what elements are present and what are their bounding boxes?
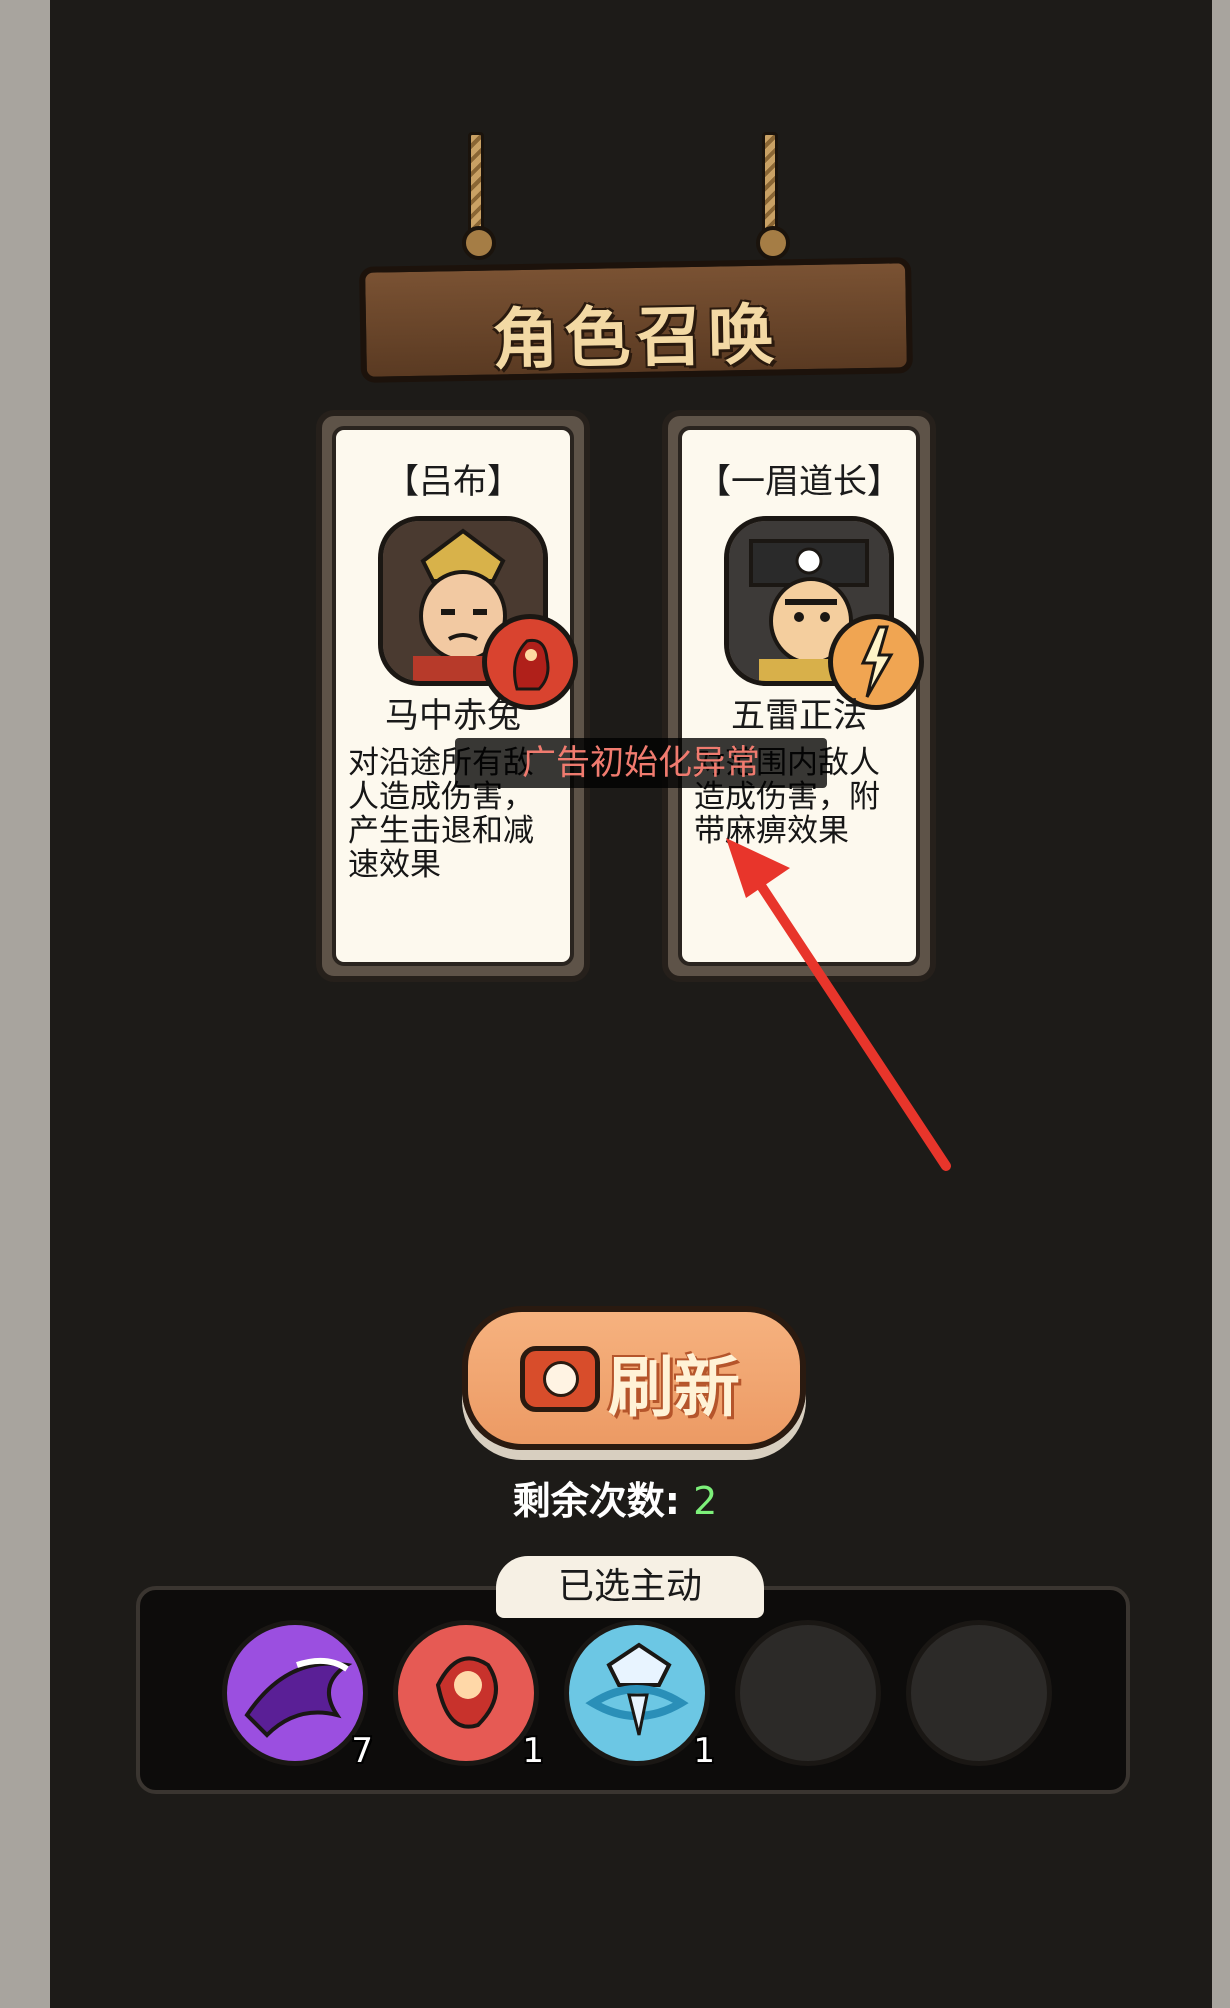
selected-tab-label: 已选主动 xyxy=(496,1556,764,1618)
slot-count: 1 xyxy=(522,1731,544,1771)
slot-count: 7 xyxy=(351,1731,373,1771)
refresh-label: 刷新 xyxy=(608,1349,740,1426)
skill-slot-2[interactable]: 1 xyxy=(393,1620,544,1771)
skill-slot-4-empty[interactable] xyxy=(735,1620,881,1766)
skill-slot-3[interactable]: 1 xyxy=(564,1620,715,1771)
remaining-count: 剩余次数: 2 xyxy=(0,1470,1230,1525)
remaining-label: 剩余次数: xyxy=(512,1479,680,1523)
skill-slot-5-empty[interactable] xyxy=(906,1620,1052,1766)
video-ad-icon xyxy=(520,1346,600,1412)
skill-slot-1[interactable]: 7 xyxy=(222,1620,373,1771)
refresh-button[interactable]: 刷新 xyxy=(462,1306,806,1450)
remaining-value: 2 xyxy=(693,1479,718,1523)
red-fireball-icon xyxy=(435,1656,498,1729)
slot-count: 1 xyxy=(693,1731,715,1771)
purple-claw-icon xyxy=(244,1657,353,1738)
blue-spike-spin-icon xyxy=(585,1642,689,1736)
